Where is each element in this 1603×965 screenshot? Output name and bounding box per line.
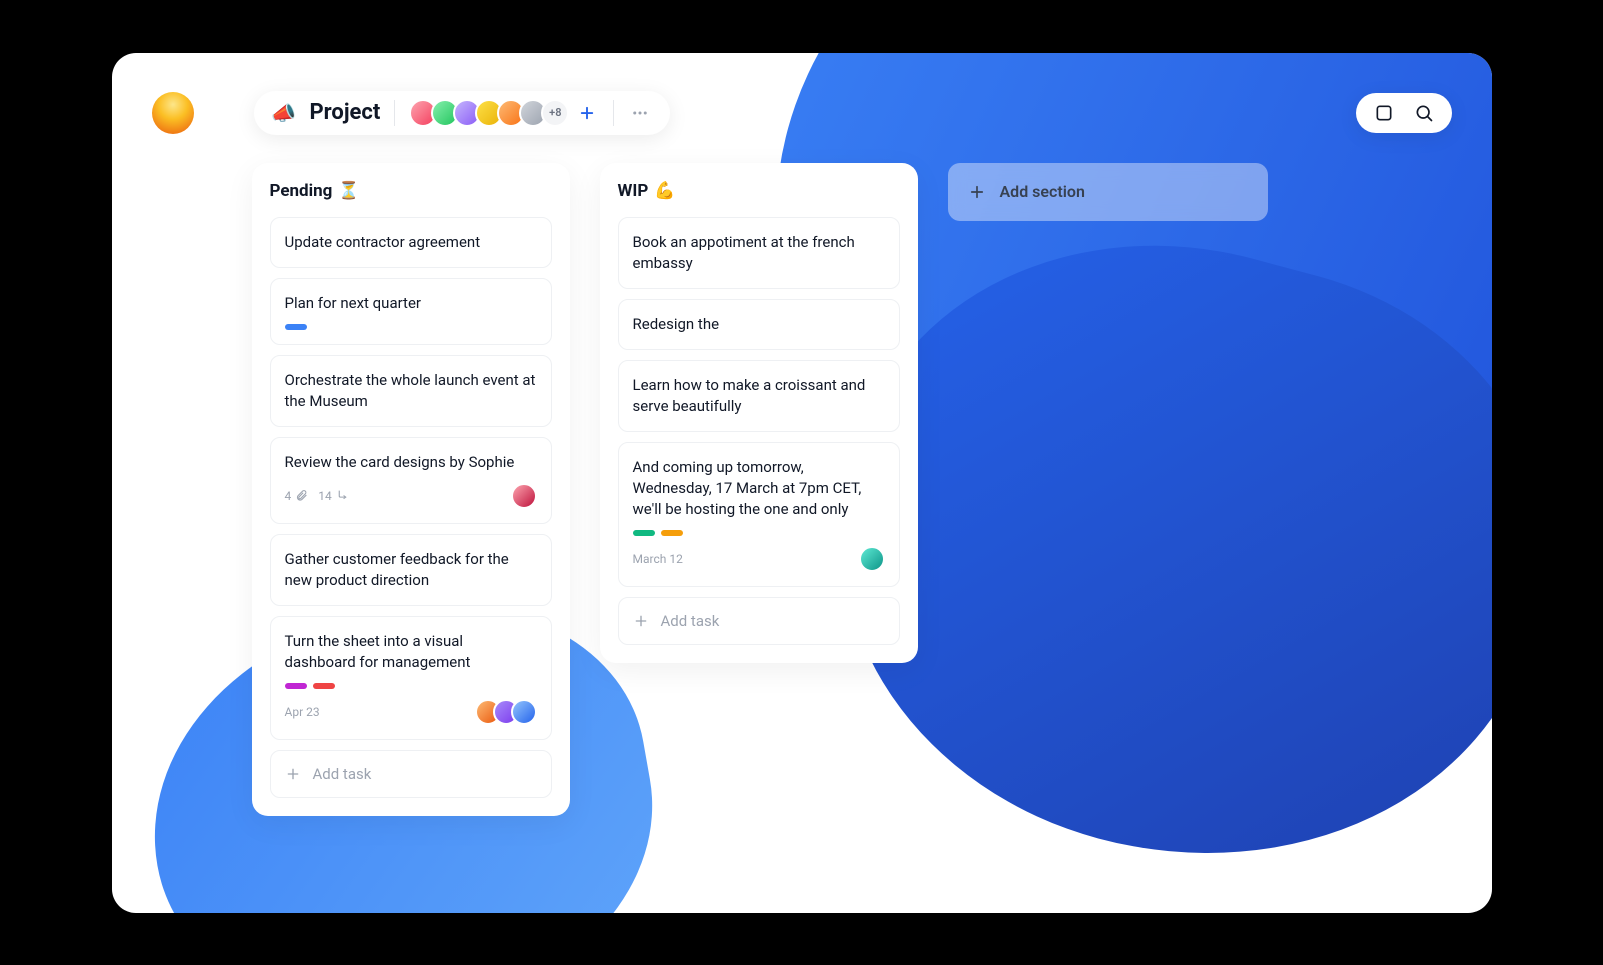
more-members-badge[interactable]: +8 [541, 99, 569, 127]
app-window: 📣 Project +8 [112, 53, 1492, 913]
task-card[interactable]: Update contractor agreement [270, 217, 552, 268]
task-title: Review the card designs by Sophie [285, 452, 537, 473]
task-title: Gather customer feedback for the new pro… [285, 549, 537, 591]
tag-red [313, 683, 335, 689]
divider [394, 100, 395, 126]
divider [613, 100, 614, 126]
task-title: Orchestrate the whole launch event at th… [285, 370, 537, 412]
task-card[interactable]: Learn how to make a croissant and serve … [618, 360, 900, 432]
flexed-biceps-icon: 💪 [654, 181, 675, 201]
column-title-text: WIP [618, 181, 649, 201]
tag-orange [661, 530, 683, 536]
subtask-icon [336, 489, 349, 502]
tag-row [633, 530, 885, 536]
plus-icon [285, 766, 301, 782]
task-title: Redesign the [633, 314, 885, 335]
column-title[interactable]: Pending ⏳ [270, 181, 552, 201]
current-user-avatar[interactable] [152, 92, 194, 134]
project-title: Project [310, 100, 381, 125]
task-title: Plan for next quarter [285, 293, 537, 314]
task-title: And coming up tomorrow, Wednesday, 17 Ma… [633, 457, 885, 520]
add-section-button[interactable]: Add section [948, 163, 1268, 221]
project-pill: 📣 Project +8 [254, 91, 671, 135]
plus-icon [968, 183, 986, 201]
column-title[interactable]: WIP 💪 [618, 181, 900, 201]
task-title: Update contractor agreement [285, 232, 537, 253]
task-title: Book an appotiment at the french embassy [633, 232, 885, 274]
add-task-button[interactable]: Add task [618, 597, 900, 645]
plus-icon [633, 613, 649, 629]
add-task-button[interactable]: Add task [270, 750, 552, 798]
assignee-avatar[interactable] [859, 546, 885, 572]
subtask-count: 14 [318, 489, 349, 503]
hourglass-icon: ⏳ [338, 181, 359, 201]
column-title-text: Pending [270, 181, 333, 201]
tag-row [285, 324, 537, 330]
task-card[interactable]: Gather customer feedback for the new pro… [270, 534, 552, 606]
task-card[interactable]: Redesign the [618, 299, 900, 350]
top-right-controls [1356, 93, 1452, 133]
task-card[interactable]: Review the card designs by Sophie 4 14 [270, 437, 552, 524]
paperclip-icon [295, 489, 308, 502]
assignee-avatar[interactable] [511, 699, 537, 725]
more-options-button[interactable] [628, 101, 652, 125]
tag-blue [285, 324, 307, 330]
task-card[interactable]: Plan for next quarter [270, 278, 552, 345]
panel-icon[interactable] [1372, 101, 1396, 125]
task-card[interactable]: Turn the sheet into a visual dashboard f… [270, 616, 552, 740]
tag-green [633, 530, 655, 536]
task-footer: March 12 [633, 546, 885, 572]
task-footer: Apr 23 [285, 699, 537, 725]
task-date: Apr 23 [285, 705, 320, 719]
attachment-count: 4 [285, 489, 309, 503]
megaphone-icon: 📣 [272, 101, 296, 125]
task-meta: 4 14 [285, 483, 537, 509]
task-card[interactable]: Book an appotiment at the french embassy [618, 217, 900, 289]
add-section-label: Add section [1000, 182, 1085, 201]
column-wip: WIP 💪 Book an appotiment at the french e… [600, 163, 918, 663]
add-task-label: Add task [313, 765, 372, 783]
add-member-button[interactable] [575, 101, 599, 125]
tag-purple [285, 683, 307, 689]
member-avatar-stack[interactable]: +8 [409, 99, 599, 127]
task-date: March 12 [633, 552, 683, 566]
task-title: Turn the sheet into a visual dashboard f… [285, 631, 537, 673]
task-card[interactable]: And coming up tomorrow, Wednesday, 17 Ma… [618, 442, 900, 587]
task-title: Learn how to make a croissant and serve … [633, 375, 885, 417]
top-bar: 📣 Project +8 [112, 83, 1492, 143]
tag-row [285, 683, 537, 689]
add-task-label: Add task [661, 612, 720, 630]
kanban-board: Pending ⏳ Update contractor agreement Pl… [252, 163, 1452, 873]
assignee-avatar[interactable] [511, 483, 537, 509]
column-pending: Pending ⏳ Update contractor agreement Pl… [252, 163, 570, 816]
task-card[interactable]: Orchestrate the whole launch event at th… [270, 355, 552, 427]
search-icon[interactable] [1412, 101, 1436, 125]
